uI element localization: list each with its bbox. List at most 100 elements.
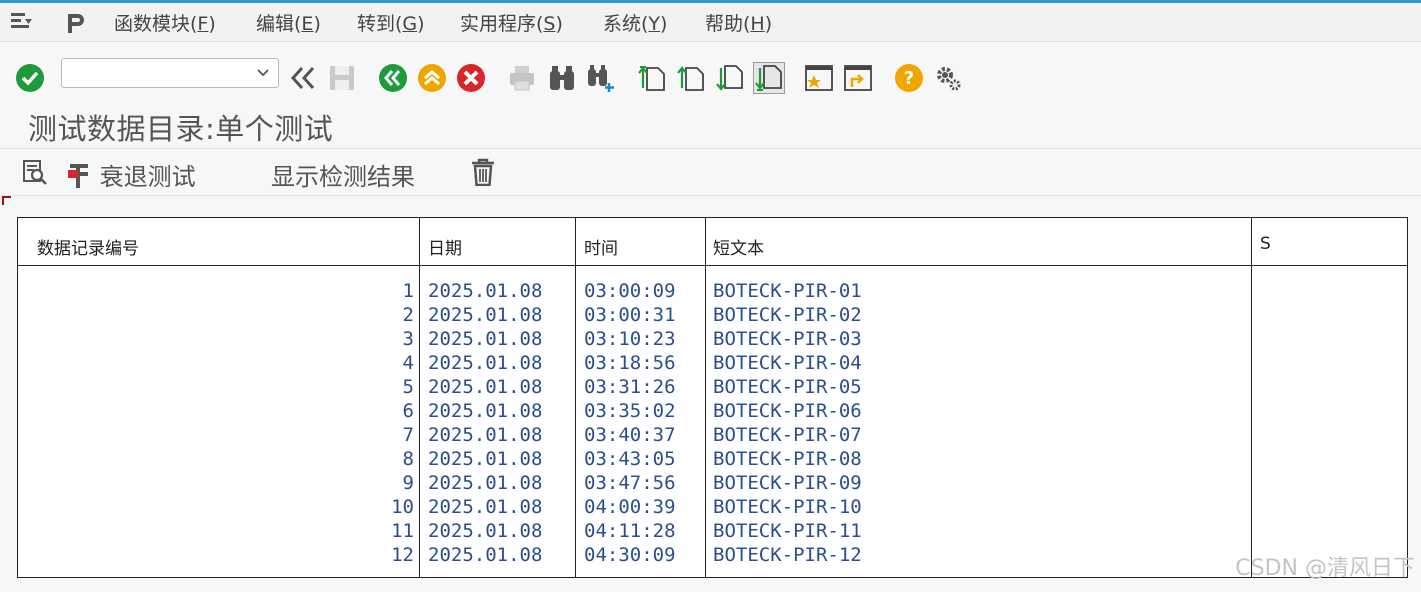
previous-page-button[interactable] bbox=[675, 62, 707, 94]
find-next-button[interactable] bbox=[585, 62, 617, 94]
print-button[interactable] bbox=[506, 62, 538, 94]
menu-help[interactable]: 帮助(H) bbox=[705, 9, 772, 36]
program-icon[interactable] bbox=[64, 11, 88, 39]
table-cell-date[interactable]: 2025.01.08 bbox=[428, 399, 542, 423]
back-button[interactable] bbox=[377, 62, 409, 94]
table-cell-short-text[interactable]: BOTECK-PIR-05 bbox=[713, 375, 862, 399]
menu-function-module[interactable]: 函数模块(F) bbox=[114, 9, 216, 36]
page-title: 测试数据目录:单个测试 bbox=[28, 112, 334, 146]
column-header-date[interactable]: 日期 bbox=[428, 234, 462, 259]
table-cell-time[interactable]: 03:40:37 bbox=[584, 423, 676, 447]
menu-list-icon[interactable] bbox=[10, 11, 34, 37]
table-cell-record-number[interactable]: 2 bbox=[18, 303, 414, 327]
menu-goto[interactable]: 转到(G) bbox=[357, 9, 425, 36]
menu-system[interactable]: 系统(Y) bbox=[603, 9, 667, 36]
record-number-column: 1 2 3 4 5 6 7 8 9 10 11 12 bbox=[18, 279, 414, 567]
table-cell-time[interactable]: 03:18:56 bbox=[584, 351, 676, 375]
column-header-record-number[interactable]: 数据记录编号 bbox=[37, 234, 139, 259]
column-divider bbox=[419, 218, 420, 577]
table-cell-short-text[interactable]: BOTECK-PIR-06 bbox=[713, 399, 862, 423]
table-cell-record-number[interactable]: 12 bbox=[18, 543, 414, 567]
menu-utilities[interactable]: 实用程序(S) bbox=[460, 9, 563, 36]
table-cell-short-text[interactable]: BOTECK-PIR-04 bbox=[713, 351, 862, 375]
help-icon: ? bbox=[895, 64, 923, 92]
next-page-button[interactable] bbox=[714, 62, 746, 94]
table-cell-short-text[interactable]: BOTECK-PIR-12 bbox=[713, 543, 862, 567]
svg-text:?: ? bbox=[904, 68, 914, 89]
menu-bar: 函数模块(F) 编辑(E) 转到(G) 实用程序(S) 系统(Y) 帮助(H) bbox=[0, 3, 1421, 42]
table-cell-short-text[interactable]: BOTECK-PIR-10 bbox=[713, 495, 862, 519]
collapse-toolbar-button[interactable] bbox=[287, 62, 319, 94]
column-header-short-text[interactable]: 短文本 bbox=[713, 234, 764, 259]
table-cell-date[interactable]: 2025.01.08 bbox=[428, 471, 542, 495]
last-page-icon bbox=[755, 65, 782, 91]
table-cell-date[interactable]: 2025.01.08 bbox=[428, 543, 542, 567]
table-cell-short-text[interactable]: BOTECK-PIR-08 bbox=[713, 447, 862, 471]
create-session-button[interactable] bbox=[803, 62, 835, 94]
table-cell-date[interactable]: 2025.01.08 bbox=[428, 351, 542, 375]
table-cell-time[interactable]: 04:30:09 bbox=[584, 543, 676, 567]
table-cell-time[interactable]: 03:00:31 bbox=[584, 303, 676, 327]
table-cell-time[interactable]: 03:43:05 bbox=[584, 447, 676, 471]
table-cell-time[interactable]: 03:31:26 bbox=[584, 375, 676, 399]
table-cell-date[interactable]: 2025.01.08 bbox=[428, 495, 542, 519]
table-cell-record-number[interactable]: 5 bbox=[18, 375, 414, 399]
double-left-chevron-icon bbox=[290, 66, 315, 90]
last-page-button[interactable] bbox=[753, 62, 785, 94]
delete-button[interactable] bbox=[470, 158, 496, 192]
confirm-button[interactable] bbox=[14, 62, 46, 94]
table-cell-short-text[interactable]: BOTECK-PIR-03 bbox=[713, 327, 862, 351]
table-cell-date[interactable]: 2025.01.08 bbox=[428, 519, 542, 543]
watermark: CSDN @清风日下 bbox=[1235, 556, 1415, 581]
first-page-button[interactable] bbox=[636, 62, 668, 94]
command-field[interactable] bbox=[61, 58, 279, 88]
column-header-time[interactable]: 时间 bbox=[584, 234, 618, 259]
table-cell-date[interactable]: 2025.01.08 bbox=[428, 303, 542, 327]
table-cell-record-number[interactable]: 7 bbox=[18, 423, 414, 447]
cancel-icon bbox=[457, 64, 485, 92]
table-cell-record-number[interactable]: 3 bbox=[18, 327, 414, 351]
table-cell-time[interactable]: 03:00:09 bbox=[584, 279, 676, 303]
next-page-icon bbox=[716, 65, 743, 91]
table-cell-date[interactable]: 2025.01.08 bbox=[428, 447, 542, 471]
table-cell-record-number[interactable]: 6 bbox=[18, 399, 414, 423]
table-cell-short-text[interactable]: BOTECK-PIR-07 bbox=[713, 423, 862, 447]
table-cell-time[interactable]: 03:47:56 bbox=[584, 471, 676, 495]
column-header-status[interactable]: S bbox=[1260, 234, 1271, 254]
display-detail-button[interactable] bbox=[22, 159, 48, 191]
exit-button[interactable] bbox=[416, 62, 448, 94]
binoculars-icon bbox=[550, 66, 574, 90]
selection-marker bbox=[2, 196, 11, 205]
cancel-button[interactable] bbox=[455, 62, 487, 94]
table-cell-record-number[interactable]: 4 bbox=[18, 351, 414, 375]
customize-layout-button[interactable] bbox=[932, 62, 964, 94]
table-cell-short-text[interactable]: BOTECK-PIR-02 bbox=[713, 303, 862, 327]
table-cell-record-number[interactable]: 11 bbox=[18, 519, 414, 543]
table-cell-date[interactable]: 2025.01.08 bbox=[428, 327, 542, 351]
table-cell-date[interactable]: 2025.01.08 bbox=[428, 279, 542, 303]
regression-test-button[interactable]: 衰退测试 bbox=[66, 157, 196, 192]
table-cell-record-number[interactable]: 10 bbox=[18, 495, 414, 519]
table-cell-time[interactable]: 04:00:39 bbox=[584, 495, 676, 519]
generate-shortcut-button[interactable] bbox=[842, 62, 874, 94]
table-cell-date[interactable]: 2025.01.08 bbox=[428, 375, 542, 399]
table-cell-record-number[interactable]: 9 bbox=[18, 471, 414, 495]
exit-up-icon bbox=[418, 64, 446, 92]
regression-test-label: 衰退测试 bbox=[99, 163, 196, 191]
chevron-down-icon[interactable] bbox=[256, 65, 270, 84]
table-cell-record-number[interactable]: 8 bbox=[18, 447, 414, 471]
table-cell-time[interactable]: 03:10:23 bbox=[584, 327, 676, 351]
table-cell-date[interactable]: 2025.01.08 bbox=[428, 423, 542, 447]
find-button[interactable] bbox=[546, 62, 578, 94]
table-cell-short-text[interactable]: BOTECK-PIR-09 bbox=[713, 471, 862, 495]
help-button[interactable]: ? bbox=[893, 62, 925, 94]
test-data-table: 数据记录编号 日期 时间 短文本 S 1 2 3 4 5 6 7 8 9 10 … bbox=[17, 217, 1408, 578]
show-results-button[interactable]: 显示检测结果 bbox=[271, 157, 415, 192]
table-cell-short-text[interactable]: BOTECK-PIR-01 bbox=[713, 279, 862, 303]
table-cell-time[interactable]: 04:11:28 bbox=[584, 519, 676, 543]
table-cell-time[interactable]: 03:35:02 bbox=[584, 399, 676, 423]
save-button[interactable] bbox=[326, 62, 358, 94]
menu-edit[interactable]: 编辑(E) bbox=[256, 9, 321, 36]
table-cell-short-text[interactable]: BOTECK-PIR-11 bbox=[713, 519, 862, 543]
table-cell-record-number[interactable]: 1 bbox=[18, 279, 414, 303]
